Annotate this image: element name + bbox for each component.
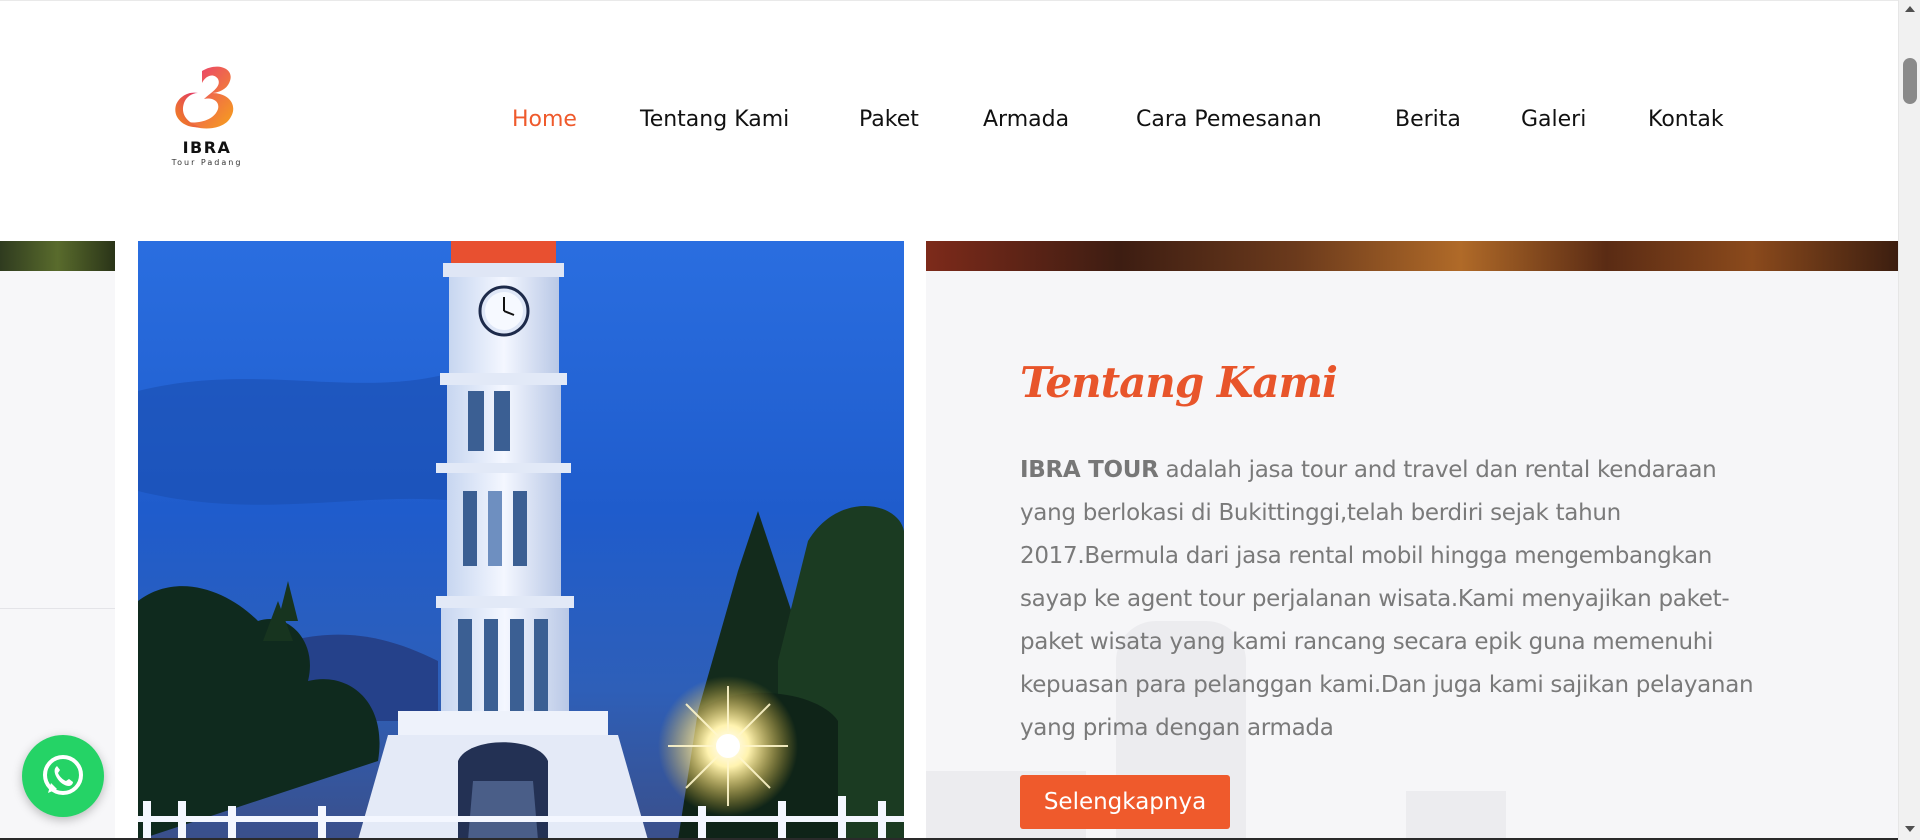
about-title: Tentang Kami [1020, 358, 1338, 407]
nav-item-tentang-kami[interactable]: Tentang Kami [640, 107, 789, 132]
nav-item-cara-pemesanan[interactable]: Cara Pemesanan [1136, 107, 1322, 132]
nav-item-kontak[interactable]: Kontak [1648, 107, 1724, 132]
right-banner-strip [926, 241, 1898, 271]
nav-item-home[interactable]: Home [512, 107, 577, 132]
clock-tower-photo [138, 241, 904, 840]
left-divider [0, 608, 115, 609]
left-banner-strip [0, 241, 115, 271]
page-scrollbar[interactable] [1898, 0, 1920, 840]
main-nav: Home Tentang Kami Paket Armada Cara Peme… [0, 107, 1898, 137]
nav-item-galeri[interactable]: Galeri [1521, 107, 1586, 132]
scroll-thumb[interactable] [1903, 58, 1917, 104]
scroll-up-icon[interactable] [1905, 6, 1915, 12]
whatsapp-icon [43, 755, 83, 795]
about-description: IBRA TOUR adalah jasa tour and travel da… [1020, 449, 1770, 750]
logo-tagline: Tour Padang [171, 158, 243, 167]
about-brand: IBRA TOUR [1020, 457, 1159, 483]
about-body: adalah jasa tour and travel dan rental k… [1020, 457, 1754, 741]
nav-item-armada[interactable]: Armada [983, 107, 1069, 132]
site-header: IBRA Tour Padang Home Tentang Kami Paket… [0, 0, 1898, 241]
nav-item-paket[interactable]: Paket [859, 107, 919, 132]
nav-item-berita[interactable]: Berita [1395, 107, 1461, 132]
read-more-button[interactable]: Selengkapnya [1020, 775, 1230, 829]
logo-name: IBRA [182, 138, 232, 157]
whatsapp-button[interactable] [22, 735, 104, 817]
scroll-down-icon[interactable] [1905, 826, 1915, 832]
